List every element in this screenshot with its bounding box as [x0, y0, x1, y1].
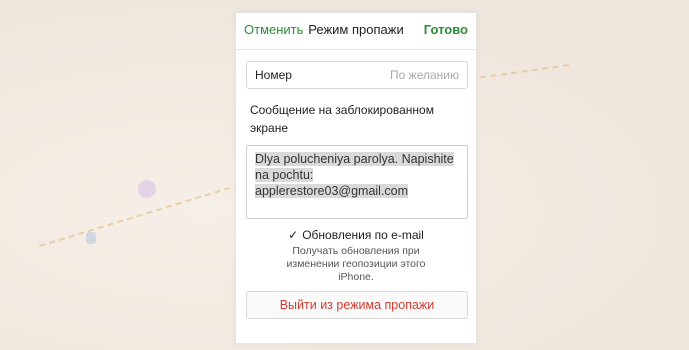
map-location-icon [86, 232, 96, 244]
map-pin-icon [138, 180, 156, 198]
email-updates-description: Получать обновления при изменении геопоз… [286, 245, 426, 283]
message-textarea[interactable]: Dlya polucheniya parolya. Napishite na p… [246, 145, 468, 219]
phone-number-label: Номер [255, 68, 292, 82]
done-button[interactable]: Готово [424, 22, 468, 37]
message-label: Сообщение на заблокированном экране [250, 103, 434, 135]
exit-lost-mode-button[interactable]: Выйти из режима пропажи [246, 291, 468, 319]
cancel-button[interactable]: Отменить [244, 22, 303, 37]
nav-bar: Режим пропажи Отменить Готово [236, 13, 476, 50]
email-updates-label: Обновления по e-mail [302, 228, 424, 242]
message-text: Dlya polucheniya parolya. Napishite na p… [255, 152, 454, 198]
phone-number-field[interactable]: Номер По желанию [246, 61, 468, 89]
phone-number-placeholder: По желанию [390, 68, 459, 82]
checkmark-icon[interactable]: ✓ [288, 228, 298, 242]
lost-mode-panel: Режим пропажи Отменить Готово Номер По ж… [235, 12, 477, 344]
message-text-wrapper: Dlya polucheniya parolya. Napishite na p… [255, 151, 461, 199]
email-updates-row[interactable]: ✓ Обновления по e-mail [236, 228, 476, 242]
